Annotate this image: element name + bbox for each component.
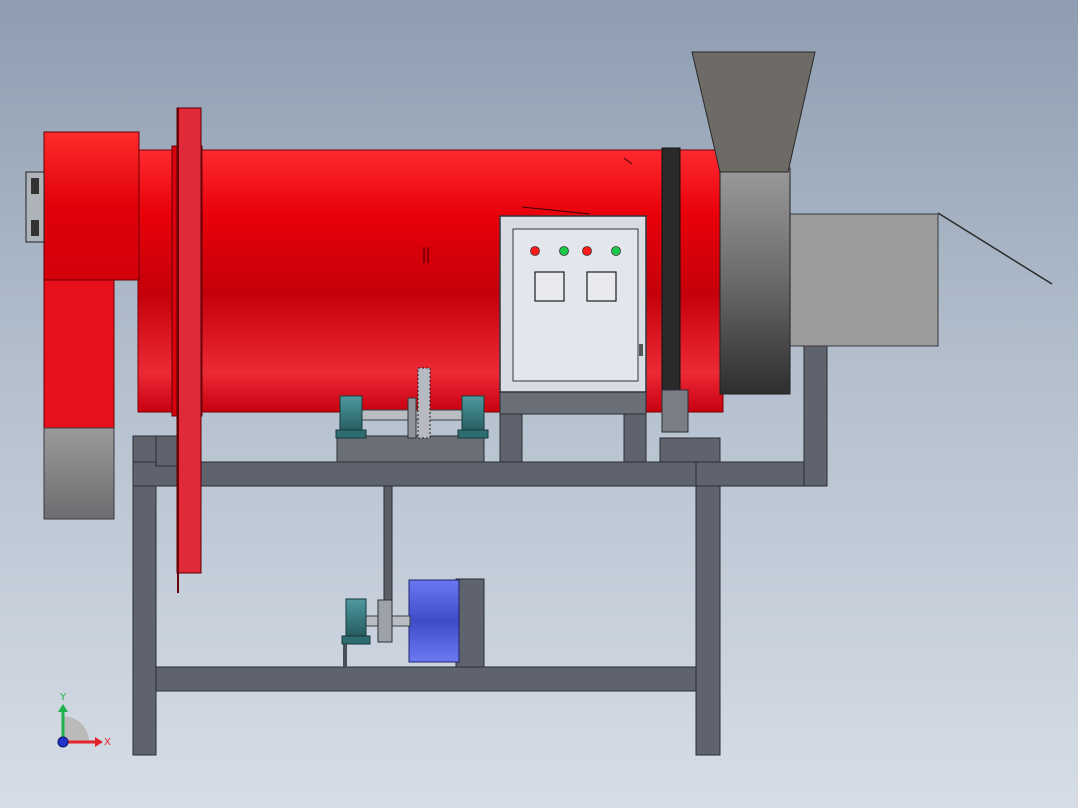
indicator-light: [611, 246, 621, 256]
drive-pulley: [407, 397, 417, 439]
cabinet-latch: [639, 344, 643, 356]
cabinet-stand-left: [499, 411, 523, 463]
discharge-box: [789, 213, 939, 347]
discharge-hood: [719, 167, 791, 395]
pillow-block-left: [335, 395, 367, 439]
cabinet-stand-right: [623, 411, 647, 463]
triad-y-label: Y: [59, 692, 67, 703]
frame-top-beam: [132, 461, 721, 487]
indicator-light: [559, 246, 569, 256]
machine-drawing: Y X: [25, 51, 1053, 756]
drive-belt: [383, 485, 393, 617]
drum-ring-right: [661, 147, 681, 417]
motor-body: [408, 579, 460, 663]
frame-roller-bracket: [659, 437, 721, 463]
motor-mount: [455, 578, 485, 668]
pillow-block-right: [457, 395, 489, 439]
flange-plate: [176, 107, 202, 574]
triad-y-arrow: [58, 704, 68, 712]
cad-viewport[interactable]: Y X: [0, 0, 1078, 808]
motor-stand: [343, 644, 347, 667]
discharge-lever: [937, 212, 1053, 285]
drive-base: [336, 435, 485, 463]
motor-assembly: [341, 578, 485, 668]
frame-leg-inner: [155, 435, 179, 467]
motor-pulley: [377, 599, 393, 643]
drive-sprocket: [417, 367, 431, 439]
cabinet-meter-1: [534, 271, 565, 302]
frame-leg-right: [695, 461, 721, 756]
triad-rotation-arc: [63, 716, 89, 742]
triad-z-origin: [57, 736, 69, 748]
inlet-chute: [43, 427, 115, 520]
inlet-hatch-grip-1: [31, 178, 39, 194]
frame-bottom-beam: [155, 666, 697, 692]
inlet-head-lower: [43, 279, 115, 429]
triad-x-label: X: [104, 737, 111, 748]
cabinet-base: [499, 391, 647, 415]
inlet-head-upper: [43, 131, 140, 281]
roller-wheel: [661, 389, 689, 433]
triad-x-arrow: [95, 737, 103, 747]
coordinate-triad: Y X: [57, 692, 111, 748]
motor-bearing: [341, 598, 371, 645]
indicator-light: [530, 246, 540, 256]
cabinet-meter-2: [586, 271, 617, 302]
control-cabinet: [499, 215, 647, 463]
indicator-light: [582, 246, 592, 256]
inlet-hatch-grip-2: [31, 220, 39, 236]
